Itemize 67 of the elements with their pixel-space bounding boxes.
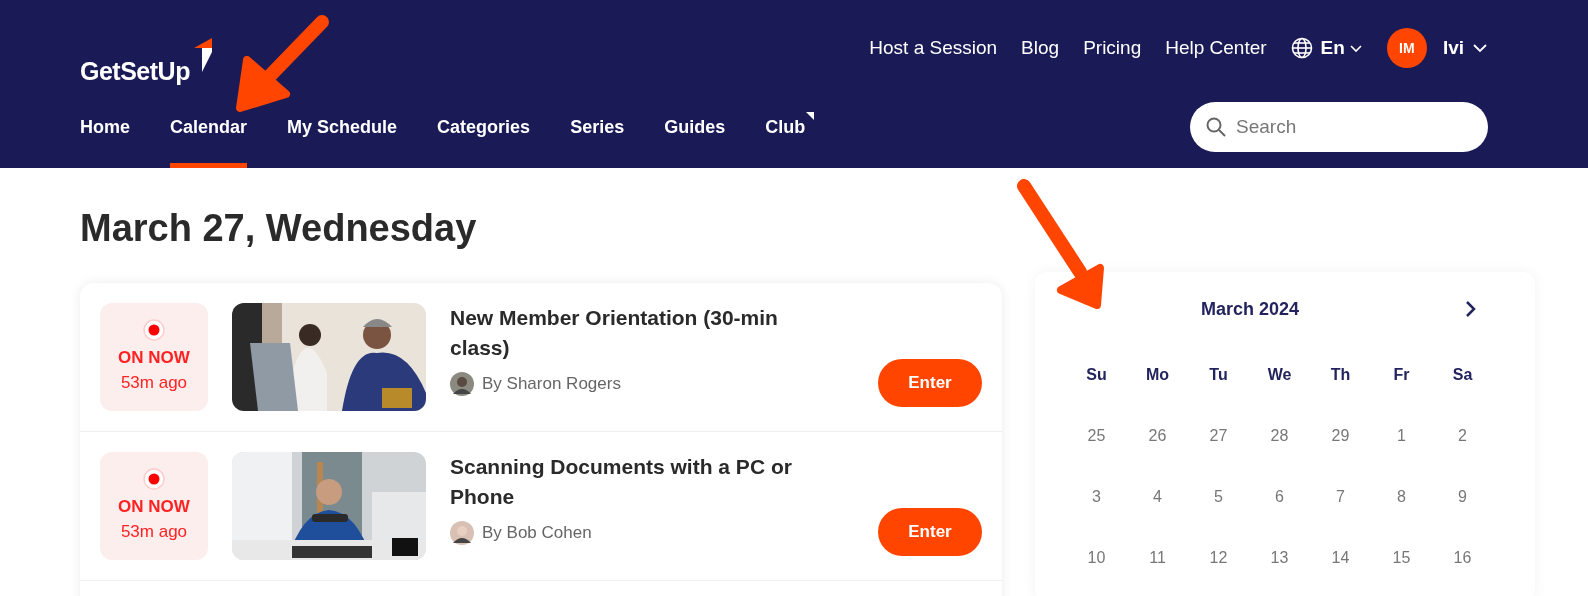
weekday-label: Mo — [1144, 365, 1171, 385]
author-name: By Bob Cohen — [482, 522, 592, 544]
globe-icon — [1290, 37, 1313, 59]
enter-button[interactable]: Enter — [878, 359, 982, 407]
top-link[interactable]: Host a Session — [869, 33, 998, 63]
chevron-down-icon — [1348, 43, 1363, 53]
weekday-label: We — [1266, 365, 1293, 385]
calendar-day[interactable]: 9 — [1458, 488, 1467, 505]
live-dot-icon — [143, 467, 165, 490]
nav-tab[interactable]: Home — [80, 114, 130, 168]
avatar: IM — [1386, 28, 1427, 68]
top-link[interactable]: Blog — [1021, 33, 1060, 63]
calendar-day[interactable]: 6 — [1275, 488, 1284, 505]
calendar-day[interactable]: 3 — [1092, 488, 1101, 505]
calendar-day[interactable]: 27 — [1209, 427, 1228, 444]
session-title[interactable]: Scanning Documents with a PC or Phone — [450, 452, 820, 512]
nav-tab[interactable]: Series — [570, 114, 625, 168]
weekday-label: Su — [1085, 365, 1108, 385]
nav-tab[interactable]: Club — [765, 114, 806, 168]
calendar-day[interactable]: 28 — [1270, 427, 1289, 444]
weekday-label: Th — [1329, 365, 1352, 385]
top-link[interactable]: Help Center — [1165, 33, 1267, 63]
weekday-label: Tu — [1208, 365, 1229, 385]
next-month-icon[interactable] — [1465, 300, 1477, 318]
chevron-down-icon — [1472, 43, 1488, 53]
search-icon — [1206, 117, 1226, 137]
enter-button[interactable]: Enter — [878, 508, 982, 556]
calendar-day[interactable]: 10 — [1087, 549, 1106, 566]
month-title: March 2024 — [1200, 298, 1300, 319]
author-avatar — [450, 371, 474, 396]
user-name: Ivi — [1442, 35, 1464, 60]
language-selector[interactable]: En — [1290, 33, 1363, 63]
date-heading: March 27, Wednesday — [80, 206, 478, 251]
nav-tab[interactable]: My Schedule — [287, 114, 398, 168]
live-dot-icon — [143, 318, 165, 341]
time-ago: 53m ago — [120, 521, 188, 543]
calendar-day[interactable]: 2 — [1458, 427, 1467, 444]
calendar-day[interactable]: 13 — [1270, 549, 1289, 566]
calendar-day[interactable]: 8 — [1397, 488, 1406, 505]
logo-text[interactable]: GetSetUp — [80, 52, 190, 90]
user-menu[interactable]: IM Ivi — [1386, 28, 1488, 68]
nav-tab[interactable]: Calendar — [170, 114, 248, 168]
weekday-label: Sa — [1451, 365, 1474, 385]
search-field[interactable]: Search — [1190, 102, 1488, 152]
calendar-day[interactable]: 5 — [1214, 488, 1223, 505]
nav-tab[interactable]: Guides — [664, 114, 726, 168]
time-ago: 53m ago — [120, 372, 188, 394]
nav-tab[interactable]: Categories — [437, 114, 531, 168]
calendar-day[interactable]: 16 — [1453, 549, 1472, 566]
session-title[interactable]: New Member Orientation (30-min class) — [450, 303, 820, 363]
author-name: By Sharon Rogers — [482, 373, 621, 395]
calendar-day[interactable]: 29 — [1331, 427, 1350, 444]
weekday-label: Fr — [1392, 365, 1411, 385]
calendar-day[interactable]: 11 — [1149, 549, 1166, 566]
calendar-day[interactable]: 26 — [1148, 427, 1167, 444]
calendar-day[interactable]: 4 — [1153, 488, 1162, 505]
author-avatar — [450, 520, 474, 545]
calendar-day[interactable]: 1 — [1397, 427, 1406, 444]
live-status: ON NOW — [118, 346, 190, 369]
calendar-day[interactable]: 14 — [1331, 549, 1350, 566]
calendar-day[interactable]: 25 — [1087, 427, 1106, 444]
top-link[interactable]: Pricing — [1083, 33, 1142, 63]
logo-icon — [193, 38, 212, 72]
calendar-day[interactable]: 7 — [1336, 488, 1345, 505]
calendar-day[interactable]: 15 — [1392, 549, 1411, 566]
calendar-day[interactable]: 12 — [1209, 549, 1228, 566]
live-status: ON NOW — [118, 495, 190, 518]
